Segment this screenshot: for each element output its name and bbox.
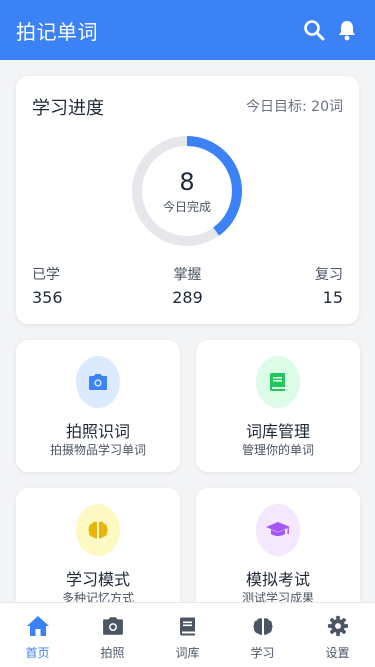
tab-label: 词库: [175, 646, 200, 660]
completed-count: 8: [179, 168, 195, 196]
tab-home[interactable]: 首页: [0, 603, 75, 667]
app-title: 拍记单词: [16, 19, 98, 44]
camera-icon: [101, 614, 125, 638]
tab-label: 学习: [250, 646, 275, 660]
feature-photo-recognize[interactable]: 拍照识词 拍摄物品学习单词: [16, 340, 180, 472]
tab-study[interactable]: 学习: [225, 603, 300, 667]
book-icon: [256, 356, 300, 408]
tab-settings[interactable]: 设置: [300, 603, 375, 667]
progress-ring-center: 8 今日完成: [131, 135, 243, 247]
gear-icon: [326, 614, 350, 638]
feature-wordbank[interactable]: 词库管理 管理你的单词: [196, 340, 360, 472]
feature-title: 拍照识词: [65, 422, 130, 441]
search-icon[interactable]: [302, 18, 326, 42]
bottom-tab-bar: 首页 拍照 词库 学习 设置: [0, 602, 375, 667]
tab-label: 首页: [25, 646, 50, 660]
feature-subtitle: 测试学习成果: [241, 591, 314, 602]
feature-title: 学习模式: [65, 570, 130, 589]
main-content: 学习进度 今日目标: 20词 8 今日完成 已学 356 掌握 289 复习 1…: [0, 60, 375, 602]
brain-icon: [251, 614, 275, 638]
feature-study-mode[interactable]: 学习模式 多种记忆方式: [16, 488, 180, 602]
feature-subtitle: 多种记忆方式: [61, 591, 134, 602]
stat-label: 掌握: [173, 267, 202, 283]
brain-icon: [76, 504, 120, 556]
tab-camera[interactable]: 拍照: [75, 603, 150, 667]
camera-icon: [76, 356, 120, 408]
home-icon: [26, 614, 50, 638]
progress-card: 学习进度 今日目标: 20词 8 今日完成 已学 356 掌握 289 复习 1…: [16, 76, 359, 324]
tab-label: 拍照: [100, 646, 125, 660]
stat-value: 15: [322, 288, 343, 307]
tab-label: 设置: [325, 646, 350, 660]
tab-wordbank[interactable]: 词库: [150, 603, 225, 667]
app-header: 拍记单词: [0, 0, 375, 60]
feature-mock-exam[interactable]: 模拟考试 测试学习成果: [196, 488, 360, 602]
stat-mastered: 掌握 289: [16, 264, 359, 307]
feature-subtitle: 管理你的单词: [241, 443, 314, 457]
stat-value: 289: [172, 288, 203, 307]
stat-review: 复习 15: [315, 264, 343, 307]
completed-label: 今日完成: [162, 200, 211, 214]
progress-title: 学习进度: [32, 98, 104, 119]
daily-goal: 今日目标: 20词: [246, 99, 343, 115]
bell-icon[interactable]: [335, 18, 359, 42]
feature-title: 词库管理: [245, 422, 310, 441]
stat-label: 复习: [315, 267, 343, 283]
feature-subtitle: 拍摄物品学习单词: [49, 443, 146, 457]
graduation-cap-icon: [256, 504, 300, 556]
feature-title: 模拟考试: [245, 570, 310, 589]
book-icon: [176, 614, 200, 638]
